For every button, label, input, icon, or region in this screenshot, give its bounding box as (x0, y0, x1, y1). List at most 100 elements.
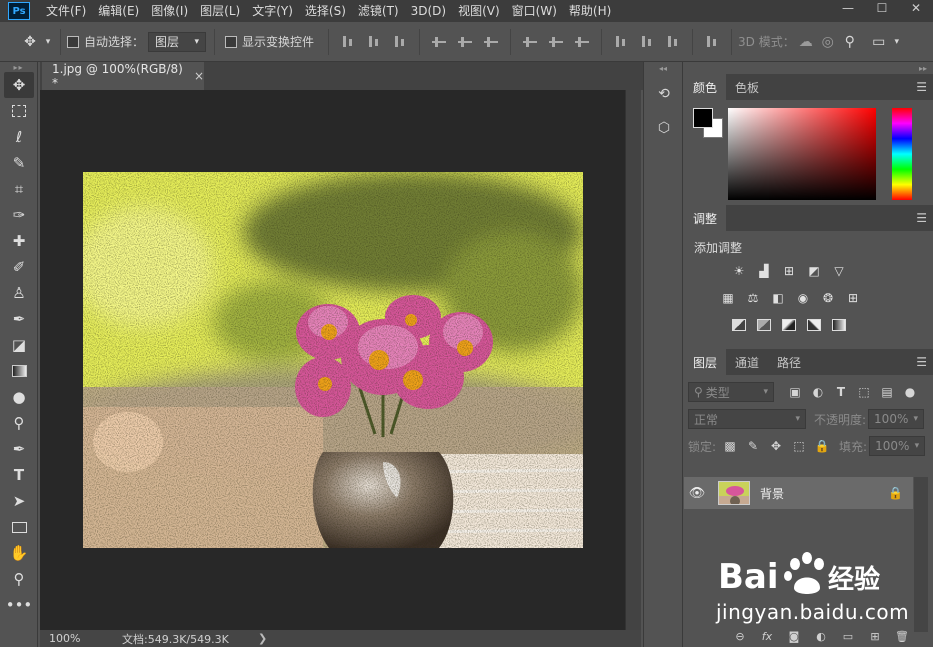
hand-tool-icon[interactable]: ✋ (4, 540, 34, 566)
align-right-icon[interactable] (483, 34, 499, 50)
panel-menu-icon[interactable]: ☰ (916, 355, 927, 369)
tab-channels[interactable]: 通道 (726, 349, 768, 375)
auto-select-dropdown[interactable]: 图层 ▾ (148, 31, 207, 52)
menu-layer[interactable]: 图层(L) (194, 0, 246, 22)
document-image[interactable] (83, 172, 583, 548)
orbit-3d-icon[interactable]: ☁ (795, 34, 817, 50)
menu-filter[interactable]: 滤镜(T) (352, 0, 405, 22)
filter-type-icon[interactable]: T (832, 383, 850, 401)
group-icon[interactable]: ▭ (839, 630, 857, 643)
channel-mixer-icon[interactable]: ❂ (819, 290, 837, 306)
filter-pixel-icon[interactable]: ▣ (786, 383, 804, 401)
delete-layer-icon[interactable]: 🗑 (893, 630, 911, 643)
more-tools-icon[interactable]: ••• (4, 592, 34, 618)
close-window-button[interactable]: ✕ (899, 0, 933, 16)
link-layers-icon[interactable]: ⊖ (731, 630, 749, 643)
minimize-button[interactable]: — (831, 0, 865, 16)
healing-brush-tool-icon[interactable]: ✚ (4, 228, 34, 254)
crop-tool-icon[interactable]: ⌗ (4, 176, 34, 202)
align-hcenter-icon[interactable] (457, 34, 473, 50)
align-vcenter-icon[interactable] (366, 34, 382, 50)
align-bottom-icon[interactable] (392, 34, 408, 50)
invert-icon[interactable] (730, 317, 748, 333)
rectangle-tool-icon[interactable] (4, 514, 34, 540)
align-left-icon[interactable] (431, 34, 447, 50)
filter-smart-object-icon[interactable]: ▤ (878, 383, 896, 401)
grip-icon[interactable]: ▸▸ (0, 62, 37, 72)
distribute-hcenter-icon[interactable] (639, 34, 655, 50)
tab-swatches[interactable]: 色板 (726, 74, 768, 100)
menu-select[interactable]: 选择(S) (299, 0, 352, 22)
threshold-icon[interactable] (780, 317, 798, 333)
grip-icon[interactable]: ◂◂ (644, 62, 682, 74)
distribute-bottom-icon[interactable] (574, 34, 590, 50)
hue-slider[interactable] (892, 108, 912, 200)
adjustment-layer-icon[interactable]: ◐ (812, 630, 830, 643)
zoom-tool-icon[interactable]: ⚲ (4, 566, 34, 592)
color-balance-icon[interactable]: ⚖ (744, 290, 762, 306)
vibrance-icon[interactable]: ▽ (830, 263, 848, 279)
tab-color[interactable]: 颜色 (684, 74, 727, 100)
roll-3d-icon[interactable]: ◎ (817, 34, 839, 50)
brush-tool-icon[interactable]: ✐ (4, 254, 34, 280)
document-tab[interactable]: 1.jpg @ 100%(RGB/8) * × (42, 62, 204, 90)
menu-edit[interactable]: 编辑(E) (92, 0, 145, 22)
distribute-left-icon[interactable] (613, 34, 629, 50)
hue-saturation-icon[interactable]: ▦ (719, 290, 737, 306)
eye-icon[interactable]: 👁 (684, 486, 710, 501)
close-icon[interactable]: × (194, 69, 204, 83)
menu-type[interactable]: 文字(Y) (246, 0, 299, 22)
opacity-field[interactable]: 100% ▾ (868, 409, 925, 429)
pen-tool-icon[interactable]: ✒ (4, 436, 34, 462)
distribute-vcenter-icon[interactable] (548, 34, 564, 50)
lock-pixels-icon[interactable]: ✎ (744, 437, 762, 455)
quick-select-tool-icon[interactable]: ✎ (4, 150, 34, 176)
color-lookup-icon[interactable]: ⊞ (844, 290, 862, 306)
posterize-icon[interactable] (755, 317, 773, 333)
path-select-tool-icon[interactable]: ➤ (4, 488, 34, 514)
menu-image[interactable]: 图像(I) (145, 0, 194, 22)
type-tool-icon[interactable]: T (4, 462, 34, 488)
marquee-tool-icon[interactable] (4, 98, 34, 124)
filter-toggle-icon[interactable]: ● (901, 383, 919, 401)
panel-menu-icon[interactable]: ☰ (916, 80, 927, 94)
vertical-scrollbar[interactable] (625, 90, 641, 630)
grip-icon[interactable]: ▸▸ (684, 62, 933, 74)
new-layer-icon[interactable]: ⊞ (866, 630, 884, 643)
search-icon[interactable]: ⚲ (839, 34, 861, 50)
eyedropper-tool-icon[interactable]: ✑ (4, 202, 34, 228)
history-panel-icon[interactable]: ⟲ (649, 80, 679, 108)
menu-view[interactable]: 视图(V) (452, 0, 506, 22)
move-tool-icon[interactable]: ✥ (4, 72, 34, 98)
chevron-right-icon[interactable]: ❯ (258, 632, 267, 645)
color-picker-field[interactable] (728, 108, 876, 200)
move-tool-preset-icon[interactable]: ✥ (18, 34, 42, 50)
distribute-top-icon[interactable] (522, 34, 538, 50)
exposure-icon[interactable]: ◩ (805, 263, 823, 279)
filter-shape-icon[interactable]: ⬚ (855, 383, 873, 401)
auto-select-checkbox[interactable] (67, 35, 79, 48)
dodge-tool-icon[interactable]: ⚲ (4, 410, 34, 436)
menu-3d[interactable]: 3D(D) (405, 0, 452, 22)
levels-icon[interactable]: ▟ (755, 263, 773, 279)
filter-adjustment-icon[interactable]: ◐ (809, 383, 827, 401)
clone-stamp-tool-icon[interactable]: ♙ (4, 280, 34, 306)
lock-all-icon[interactable]: 🔒 (813, 437, 831, 455)
layers-scrollbar[interactable] (914, 477, 928, 632)
zoom-level[interactable]: 100% (40, 632, 88, 645)
curves-icon[interactable]: ⊞ (780, 263, 798, 279)
chevron-down-icon[interactable]: ▾ (42, 37, 54, 47)
black-white-icon[interactable]: ◧ (769, 290, 787, 306)
lasso-tool-icon[interactable]: ℓ (4, 124, 34, 150)
selective-color-icon[interactable] (805, 317, 823, 333)
restore-button[interactable]: ☐ (865, 0, 899, 16)
distribute-right-icon[interactable] (665, 34, 681, 50)
fill-field[interactable]: 100% ▾ (869, 436, 926, 456)
lock-artboard-icon[interactable]: ⬚ (790, 437, 808, 455)
workspace-icon[interactable]: ▭ (867, 34, 891, 50)
gradient-map-icon[interactable] (830, 317, 848, 333)
menu-window[interactable]: 窗口(W) (506, 0, 563, 22)
layer-filter-dropdown[interactable]: ⚲ 类型 ▾ (688, 382, 774, 402)
foreground-color-swatch[interactable] (693, 108, 713, 128)
brightness-icon[interactable]: ☀ (730, 263, 748, 279)
